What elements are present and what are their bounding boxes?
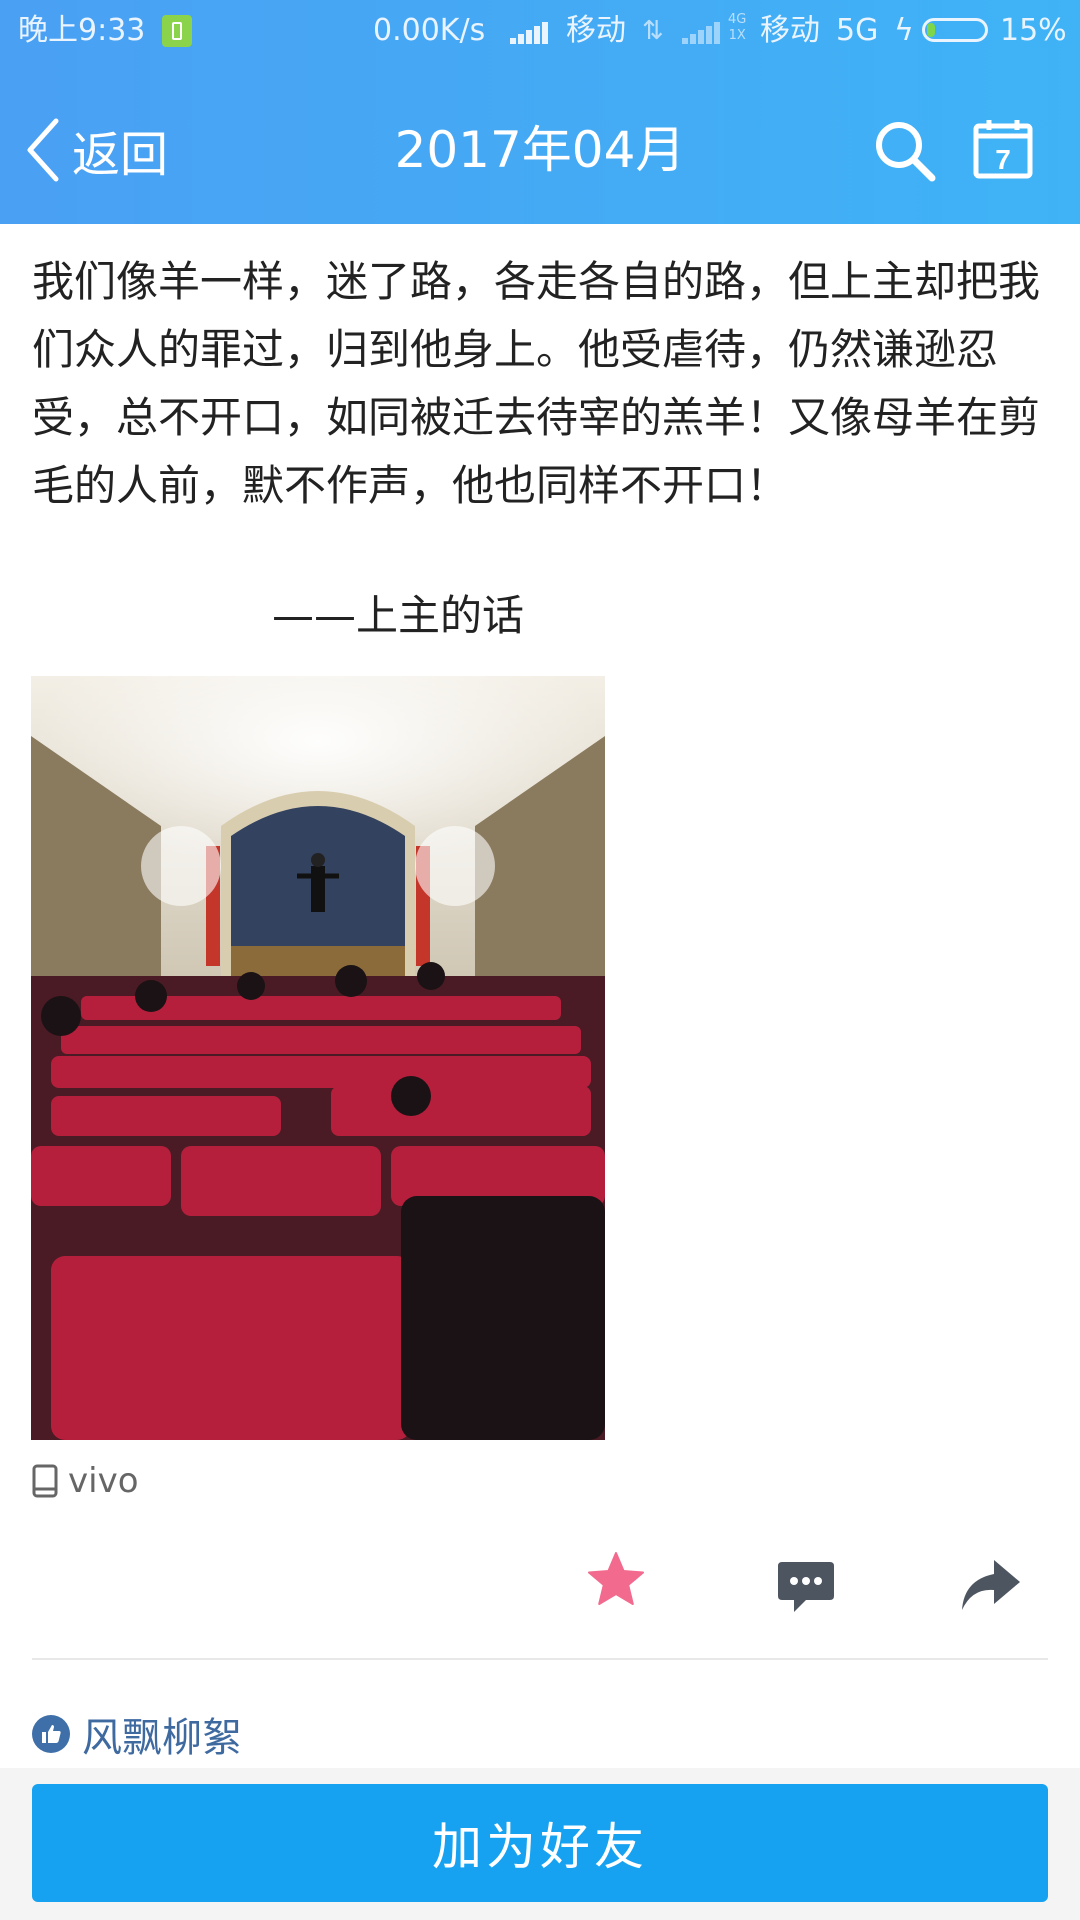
status-battery-percent: 15%	[1000, 13, 1067, 48]
calendar-day: 7	[995, 144, 1011, 175]
back-label: 返回	[72, 127, 169, 183]
liker-name[interactable]: 风飘柳絮	[82, 1705, 242, 1763]
data-transfer-icon: ⇅	[642, 16, 664, 46]
comment-icon[interactable]	[776, 1558, 836, 1616]
phone-icon	[32, 1464, 58, 1498]
share-icon[interactable]	[958, 1556, 1022, 1614]
page-title: 2017年04月	[394, 121, 686, 179]
divider	[32, 1658, 1048, 1660]
status-network-type: 4G 1X	[728, 12, 747, 43]
photo-auditorium	[31, 676, 605, 1440]
chevron-left-icon	[27, 118, 59, 182]
add-friend-button[interactable]: 加为好友	[32, 1784, 1048, 1902]
thumbs-up-icon	[32, 1715, 70, 1753]
signal-icon	[510, 22, 550, 44]
battery-icon	[922, 18, 988, 42]
charging-icon: ϟ	[894, 13, 914, 48]
post-photo[interactable]	[31, 676, 605, 1440]
battery-level	[927, 23, 935, 37]
post-signature: ——上主的话	[272, 591, 525, 640]
back-button[interactable]: 返回	[22, 112, 168, 188]
status-carrier-2: 移动	[760, 13, 820, 48]
status-time: 晚上9:33	[18, 13, 146, 48]
status-network: 5G	[836, 13, 879, 48]
post-text: 我们像羊一样，迷了路，各走各自的路，但上主却把我们众人的罪过，归到他身上。他受虐…	[32, 257, 1041, 510]
calendar-icon[interactable]: 7	[972, 118, 1034, 180]
status-bar: 晚上9:33 0.00K/s 移动 ⇅ 4G 1X 移动 5G ϟ 15%	[0, 0, 1080, 62]
device-info: vivo	[32, 1458, 139, 1504]
header: 晚上9:33 0.00K/s 移动 ⇅ 4G 1X 移动 5G ϟ 15% 返回…	[0, 0, 1080, 224]
signal-2-icon	[682, 20, 722, 44]
battery-saver-icon	[162, 15, 192, 47]
search-icon[interactable]	[872, 118, 938, 184]
status-carrier-1: 移动	[566, 13, 626, 48]
likes-row: 风飘柳絮	[32, 1706, 242, 1762]
status-net-speed: 0.00K/s	[373, 13, 486, 48]
like-star-icon[interactable]	[586, 1550, 646, 1610]
device-name: vivo	[68, 1461, 139, 1501]
